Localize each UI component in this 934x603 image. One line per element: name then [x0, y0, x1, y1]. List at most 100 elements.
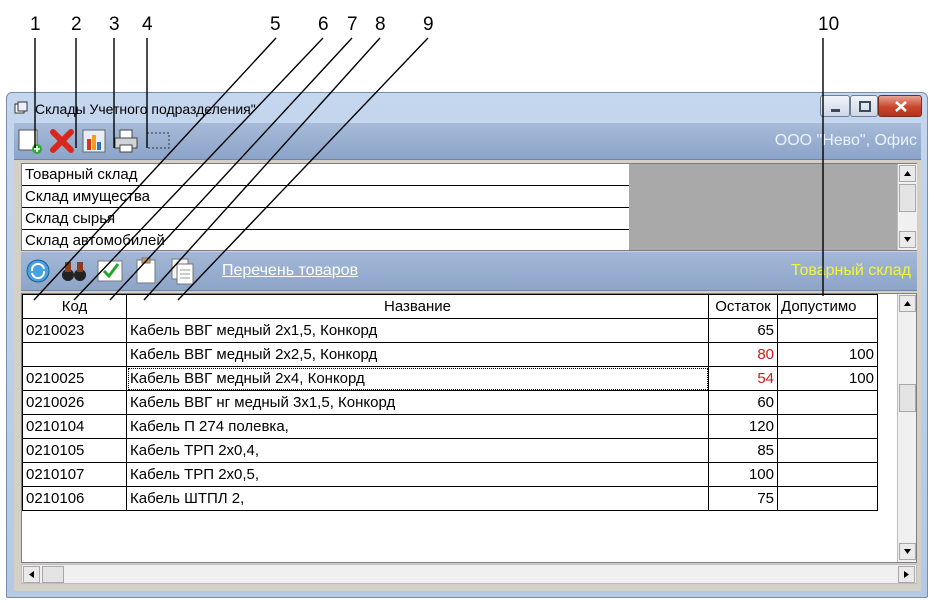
delete-button[interactable] — [48, 127, 76, 155]
table-row[interactable]: 0210025 Кабель ВВГ медный 2х4, Конкорд 54 1… — [22, 366, 878, 391]
warehouse-item[interactable]: Товарный склад — [22, 164, 629, 186]
confirm-button[interactable] — [95, 256, 125, 286]
cell-stock[interactable]: 120 — [708, 414, 778, 439]
current-warehouse-label: Товарный склад — [790, 262, 911, 279]
chart-button[interactable] — [80, 127, 108, 155]
cell-code[interactable] — [22, 342, 127, 367]
cell-allowed[interactable]: 100 — [777, 342, 878, 367]
chart-icon — [82, 129, 106, 153]
cell-allowed[interactable] — [777, 438, 878, 463]
cell-stock[interactable]: 100 — [708, 462, 778, 487]
cell-stock[interactable]: 65 — [708, 318, 778, 343]
warehouses-window: Склады Учетного подразделения" ООО "Нево… — [6, 92, 928, 598]
cell-allowed[interactable] — [777, 414, 878, 439]
arrow-down-icon — [904, 237, 911, 242]
scroll-thumb[interactable] — [42, 566, 64, 583]
warehouse-list-vscrollbar[interactable] — [897, 164, 917, 250]
cell-code[interactable]: 0210106 — [22, 486, 127, 511]
table-row[interactable]: Кабель ВВГ медный 2х2,5, Конкорд 80 100 — [22, 342, 878, 367]
refresh-button[interactable] — [23, 256, 53, 286]
cell-allowed[interactable] — [777, 486, 878, 511]
scroll-thumb[interactable] — [899, 184, 916, 212]
goods-table-body: 0210023 Кабель ВВГ медный 2х1,5, Конкорд 6… — [22, 318, 878, 511]
scroll-left-arrow[interactable] — [23, 566, 40, 583]
column-header-name[interactable]: Название — [126, 294, 709, 319]
scroll-right-arrow[interactable] — [898, 566, 915, 583]
column-header-stock[interactable]: Остаток — [708, 294, 778, 319]
cell-stock[interactable]: 54 — [708, 366, 778, 391]
cell-code[interactable]: 0210107 — [22, 462, 127, 487]
cell-name[interactable]: Кабель ТРП 2х0,4, — [126, 438, 709, 463]
cell-code[interactable]: 0210104 — [22, 414, 127, 439]
organization-name: ООО "Нево", Офис — [774, 132, 917, 149]
callout-5: 5 — [270, 14, 281, 35]
add-warehouse-button[interactable] — [16, 127, 44, 155]
arrow-down-icon — [904, 549, 911, 554]
column-header-code[interactable]: Код — [22, 294, 127, 319]
cell-stock[interactable]: 75 — [708, 486, 778, 511]
goods-grid-vscrollbar[interactable] — [897, 294, 916, 562]
arrow-up-icon — [904, 301, 911, 306]
scroll-down-arrow[interactable] — [899, 231, 916, 248]
window-title: Склады Учетного подразделения" — [35, 101, 256, 117]
table-row[interactable]: 0210106 Кабель ШТПЛ 2, 75 — [22, 486, 878, 511]
checkmark-doc-icon — [97, 260, 123, 282]
cell-name[interactable]: Кабель ВВГ нг медный 3х1,5, Конкорд — [126, 390, 709, 415]
find-button[interactable] — [59, 256, 89, 286]
goods-toolbar: Перечень товаров Товарный склад — [21, 252, 917, 291]
warehouse-list: Товарный склад Склад имущества Склад сыр… — [21, 163, 917, 251]
clipboard-button[interactable] — [131, 256, 161, 286]
cell-name[interactable]: Кабель ВВГ медный 2х2,5, Конкорд — [126, 342, 709, 367]
callout-9: 9 — [423, 14, 434, 35]
warehouse-item[interactable]: Склад автомобилей — [22, 230, 629, 252]
column-header-allowed[interactable]: Допустимо — [777, 294, 878, 319]
cell-code[interactable]: 0210026 — [22, 390, 127, 415]
cell-code[interactable]: 0210025 — [22, 366, 127, 391]
scroll-up-arrow[interactable] — [899, 295, 916, 312]
cell-name[interactable]: Кабель ВВГ медный 2х1,5, Конкорд — [126, 318, 709, 343]
goods-table: Код Название Остаток Допустимо 0210023 Ка… — [22, 294, 878, 511]
callout-1: 1 — [30, 14, 41, 35]
close-icon — [895, 101, 907, 112]
filter-button[interactable] — [144, 127, 172, 155]
copy-doc-icon — [171, 258, 194, 285]
scroll-up-arrow[interactable] — [899, 165, 916, 182]
print-button[interactable] — [112, 127, 140, 155]
table-row[interactable]: 0210026 Кабель ВВГ нг медный 3х1,5, Конко… — [22, 390, 878, 415]
cell-name[interactable]: Кабель П 274 полевка, — [126, 414, 709, 439]
cell-stock[interactable]: 80 — [708, 342, 778, 367]
goods-grid: Код Название Остаток Допустимо 0210023 Ка… — [21, 293, 917, 563]
table-row[interactable]: 0210107 Кабель ТРП 2х0,5, 100 — [22, 462, 878, 487]
cell-allowed[interactable] — [777, 318, 878, 343]
warehouse-item[interactable]: Склад сырья — [22, 208, 629, 230]
cell-code[interactable]: 0210023 — [22, 318, 127, 343]
goods-list-link[interactable]: Перечень товаров — [222, 262, 358, 280]
cell-allowed[interactable] — [777, 390, 878, 415]
cell-allowed[interactable]: 100 — [777, 366, 878, 391]
table-row[interactable]: 0210023 Кабель ВВГ медный 2х1,5, Конкорд 6… — [22, 318, 878, 343]
close-button[interactable] — [878, 95, 922, 117]
cell-stock[interactable]: 85 — [708, 438, 778, 463]
cell-name[interactable]: Кабель ВВГ медный 2х4, Конкорд — [126, 366, 709, 391]
arrow-up-icon — [904, 171, 911, 176]
title-bar[interactable]: Склады Учетного подразделения" — [7, 93, 927, 123]
scroll-down-arrow[interactable] — [899, 543, 916, 560]
copy-button[interactable] — [167, 256, 197, 286]
table-row[interactable]: 0210105 Кабель ТРП 2х0,4, 85 — [22, 438, 878, 463]
warehouse-item[interactable]: Склад имущества — [22, 186, 629, 208]
window-app-icon — [14, 101, 28, 114]
callout-6: 6 — [318, 14, 329, 35]
minimize-button[interactable] — [820, 95, 850, 117]
delete-icon — [50, 129, 74, 153]
cell-stock[interactable]: 60 — [708, 390, 778, 415]
callout-10: 10 — [818, 14, 840, 35]
cell-allowed[interactable] — [777, 462, 878, 487]
goods-grid-hscrollbar[interactable] — [21, 564, 917, 584]
maximize-button[interactable] — [850, 95, 878, 117]
cell-name[interactable]: Кабель ТРП 2х0,5, — [126, 462, 709, 487]
scroll-thumb[interactable] — [899, 384, 916, 412]
table-header-row: Код Название Остаток Допустимо — [22, 294, 878, 319]
cell-name[interactable]: Кабель ШТПЛ 2, — [126, 486, 709, 511]
cell-code[interactable]: 0210105 — [22, 438, 127, 463]
table-row[interactable]: 0210104 Кабель П 274 полевка, 120 — [22, 414, 878, 439]
